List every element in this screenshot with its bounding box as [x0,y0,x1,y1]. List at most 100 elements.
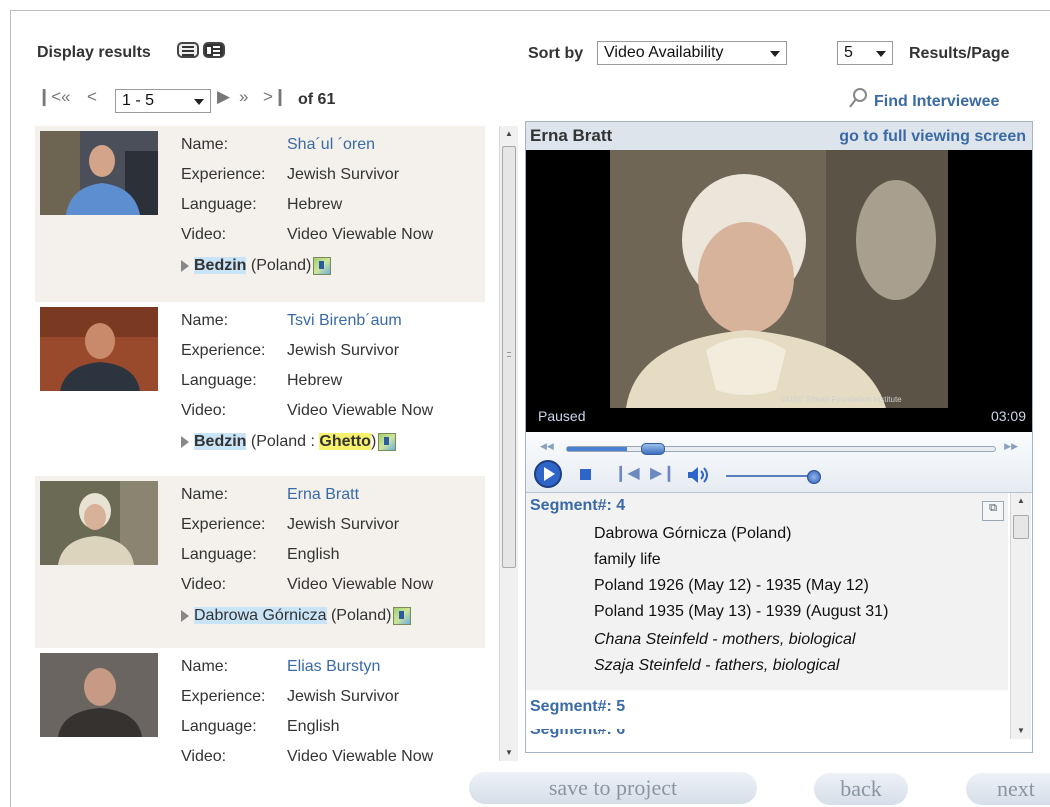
scroll-up-icon[interactable]: ▲ [1011,493,1031,509]
results-per-page-select[interactable]: 5 [837,41,893,65]
interviewee-photo[interactable] [40,131,158,215]
list-view-icon[interactable] [177,41,199,59]
scrollbar-thumb[interactable] [1013,515,1029,539]
display-results-label: Display results [37,44,151,61]
playback-time: 03:09 [990,408,1026,424]
map-icon[interactable] [393,607,412,625]
volume-slider[interactable] [726,470,821,484]
experience-label: Experience: [181,688,266,705]
result-row-1[interactable]: Name: Sha´ul ´oren Experience: Jewish Su… [35,126,485,302]
place-rest: (Poland) [326,607,392,625]
next-button[interactable]: next [966,773,1050,805]
previous-icon[interactable]: ❙◀ [614,463,640,483]
fast-forward-icon[interactable]: ▶▶ [1004,441,1018,452]
place-segment-link[interactable]: Bedzin (Poland : Ghetto) [181,433,397,451]
find-interviewee-label: Find Interviewee [874,93,1000,110]
interviewee-name-link[interactable]: Elias Burstyn [287,658,380,676]
prev-page-icon[interactable]: < [87,87,97,107]
next-page-icon[interactable]: ▶ [217,87,230,107]
volume-icon[interactable] [686,466,712,484]
segment-keyword[interactable]: family life [594,551,661,569]
map-icon[interactable] [313,257,332,275]
rewind-icon[interactable]: ◀◀ [540,441,554,452]
interviewee-photo[interactable] [40,307,158,391]
place-highlight: Bedzin [194,433,247,451]
sort-label: Sort by [528,45,584,62]
scroll-down-icon[interactable]: ▼ [500,745,518,761]
segment-keyword[interactable]: Dabrowa Górnicza (Poland) [594,525,791,543]
expand-triangle-icon[interactable] [181,436,189,448]
video-status: Video Viewable Now [287,576,434,593]
page-range-select[interactable]: 1 - 5 [115,89,211,113]
video-status: Video Viewable Now [287,402,434,419]
stop-icon[interactable] [580,469,591,480]
experience-value: Jewish Survivor [287,516,400,533]
video-still: ©USC Shoah Foundation Institute [610,150,948,408]
back-button[interactable]: back [814,773,908,805]
place-highlight-ghetto: Ghetto [319,433,371,451]
next-track-icon[interactable]: ▶❙ [650,463,676,483]
video-label: Video: [181,226,227,243]
experience-label: Experience: [181,342,266,359]
sort-select[interactable]: Video Availability [597,41,787,65]
segment-person[interactable]: Chana Steinfeld - mothers, biological [594,631,855,649]
scroll-up-icon[interactable]: ▲ [500,126,518,142]
segment-person[interactable]: Szaja Steinfeld - fathers, biological [594,657,839,675]
video-label: Video: [181,402,227,419]
language-label: Language: [181,718,257,735]
scrollbar-thumb[interactable] [502,146,516,568]
name-label: Name: [181,658,229,675]
last-page-icon[interactable]: >❙ [263,87,287,107]
expand-triangle-icon[interactable] [181,610,189,622]
language-value: English [287,718,340,735]
video-status: Video Viewable Now [287,226,434,243]
result-row-3[interactable]: Name: Erna Bratt Experience: Jewish Surv… [35,476,485,648]
place-highlight: Dabrowa Górnicza [194,607,327,625]
results-scrollbar[interactable]: ▲ ▼ [499,126,518,761]
detail-view-icon[interactable] [203,41,225,59]
full-viewing-link[interactable]: go to full viewing screen [839,128,1026,146]
playback-status: Paused [538,408,586,424]
interviewee-photo[interactable] [40,481,158,565]
segment-heading[interactable]: Segment#: 5 [530,698,625,716]
map-icon[interactable] [378,433,397,451]
find-interviewee-link[interactable]: Find Interviewee [847,87,999,114]
place-segment-link[interactable]: Dabrowa Górnicza (Poland) [181,607,412,625]
place-highlight: Bedzin [194,257,247,275]
prev-ten-icon[interactable]: « [61,87,70,107]
seek-bar[interactable] [566,443,996,455]
main-frame: Display results ❙< « < 1 - 5 ▶ » >❙ of 6… [10,10,1050,807]
segment-clip: Segment#: 6 [526,729,1008,739]
segment-scrollbar[interactable]: ▲ ▼ [1010,493,1031,739]
next-ten-icon[interactable]: » [239,87,248,107]
video-frame[interactable]: ©USC Shoah Foundation Institute Paused 0… [526,150,1032,432]
segment-panel: Segment#: 4 ⧉ Dabrowa Górnicza (Poland) … [526,493,1032,752]
experience-value: Jewish Survivor [287,688,400,705]
scroll-down-icon[interactable]: ▼ [1011,723,1031,739]
video-label: Video: [181,748,227,761]
first-page-icon[interactable]: ❙< [37,87,61,107]
interviewee-name-link[interactable]: Erna Bratt [287,486,359,504]
result-row-4[interactable]: Name: Elias Burstyn Experience: Jewish S… [35,648,485,761]
save-to-project-button[interactable]: save to project [469,772,757,804]
popout-icon[interactable]: ⧉ [982,501,1004,521]
language-value: English [287,546,340,563]
seek-handle[interactable] [640,443,665,455]
volume-handle[interactable] [807,470,821,484]
result-row-2[interactable]: Name: Tsvi Birenb´aum Experience: Jewish… [35,302,485,476]
place-segment-link[interactable]: Bedzin (Poland) [181,257,332,275]
segment-heading[interactable]: Segment#: 4 [530,497,625,515]
player-controls: ◀◀ ▶▶ ❙◀ ▶❙ [526,432,1032,493]
segment-heading[interactable]: Segment#: 6 [530,729,625,739]
play-icon[interactable] [532,459,566,489]
player-title: Erna Bratt [530,126,613,145]
video-status: Video Viewable Now [287,748,434,761]
language-label: Language: [181,546,257,563]
interviewee-photo[interactable] [40,653,158,737]
video-player-panel: Erna Bratt go to full viewing screen ©US… [525,121,1033,753]
segment-keyword[interactable]: Poland 1926 (May 12) - 1935 (May 12) [594,577,869,595]
expand-triangle-icon[interactable] [181,260,189,272]
segment-keyword[interactable]: Poland 1935 (May 13) - 1939 (August 31) [594,603,888,621]
interviewee-name-link[interactable]: Sha´ul ´oren [287,136,375,154]
interviewee-name-link[interactable]: Tsvi Birenb´aum [287,312,402,330]
